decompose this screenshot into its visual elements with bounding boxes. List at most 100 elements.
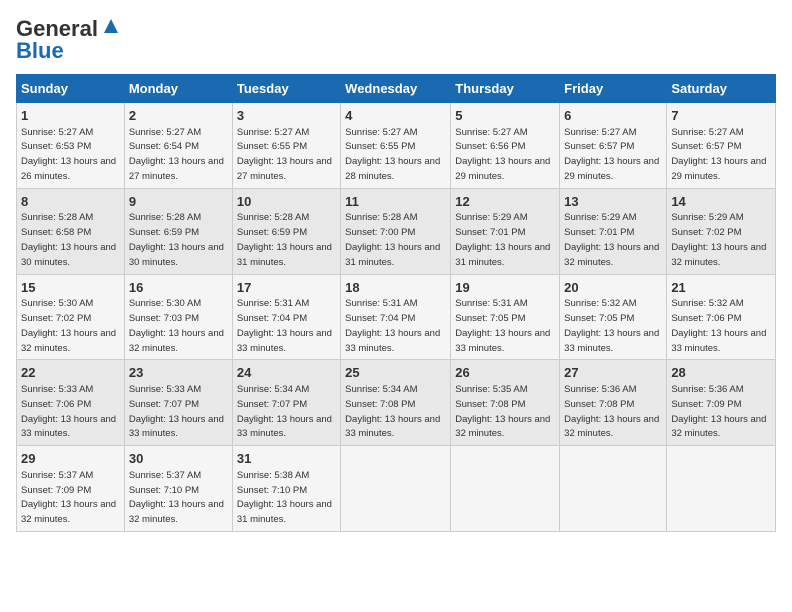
- day-number: 10: [237, 193, 336, 211]
- sunrise-info: Sunrise: 5:32 AM: [671, 298, 743, 309]
- daylight-info: Daylight: 13 hours and 32 minutes.: [671, 242, 766, 268]
- calendar-day-cell: 22Sunrise: 5:33 AMSunset: 7:06 PMDayligh…: [17, 360, 125, 446]
- day-number: 9: [129, 193, 228, 211]
- sunset-info: Sunset: 7:01 PM: [564, 227, 634, 238]
- sunrise-info: Sunrise: 5:28 AM: [129, 212, 201, 223]
- sunrise-info: Sunrise: 5:28 AM: [237, 212, 309, 223]
- sunset-info: Sunset: 6:56 PM: [455, 141, 525, 152]
- sunset-info: Sunset: 6:58 PM: [21, 227, 91, 238]
- sunrise-info: Sunrise: 5:31 AM: [345, 298, 417, 309]
- sunset-info: Sunset: 7:08 PM: [345, 399, 415, 410]
- daylight-info: Daylight: 13 hours and 33 minutes.: [237, 328, 332, 354]
- calendar-week-row: 29Sunrise: 5:37 AMSunset: 7:09 PMDayligh…: [17, 446, 776, 532]
- calendar-day-cell: 24Sunrise: 5:34 AMSunset: 7:07 PMDayligh…: [232, 360, 340, 446]
- day-number: 30: [129, 450, 228, 468]
- daylight-info: Daylight: 13 hours and 32 minutes.: [129, 328, 224, 354]
- sunrise-info: Sunrise: 5:27 AM: [455, 127, 527, 138]
- day-number: 4: [345, 107, 446, 125]
- header: General Blue: [16, 16, 776, 64]
- sunrise-info: Sunrise: 5:31 AM: [455, 298, 527, 309]
- calendar-day-cell: 23Sunrise: 5:33 AMSunset: 7:07 PMDayligh…: [124, 360, 232, 446]
- daylight-info: Daylight: 13 hours and 31 minutes.: [455, 242, 550, 268]
- sunset-info: Sunset: 7:04 PM: [345, 313, 415, 324]
- sunset-info: Sunset: 7:09 PM: [671, 399, 741, 410]
- calendar-day-cell: 16Sunrise: 5:30 AMSunset: 7:03 PMDayligh…: [124, 274, 232, 360]
- sunrise-info: Sunrise: 5:27 AM: [21, 127, 93, 138]
- day-number: 20: [564, 279, 662, 297]
- sunset-info: Sunset: 7:02 PM: [21, 313, 91, 324]
- calendar-week-row: 1Sunrise: 5:27 AMSunset: 6:53 PMDaylight…: [17, 103, 776, 189]
- sunrise-info: Sunrise: 5:37 AM: [21, 470, 93, 481]
- calendar-day-cell: [341, 446, 451, 532]
- day-number: 18: [345, 279, 446, 297]
- sunset-info: Sunset: 6:54 PM: [129, 141, 199, 152]
- day-number: 16: [129, 279, 228, 297]
- sunset-info: Sunset: 7:08 PM: [564, 399, 634, 410]
- calendar-day-cell: 14Sunrise: 5:29 AMSunset: 7:02 PMDayligh…: [667, 188, 776, 274]
- calendar-day-cell: 30Sunrise: 5:37 AMSunset: 7:10 PMDayligh…: [124, 446, 232, 532]
- sunrise-info: Sunrise: 5:37 AM: [129, 470, 201, 481]
- daylight-info: Daylight: 13 hours and 33 minutes.: [345, 414, 440, 440]
- sunset-info: Sunset: 6:55 PM: [237, 141, 307, 152]
- page-container: General Blue SundayMondayTuesdayWednesda…: [0, 0, 792, 542]
- calendar-week-row: 8Sunrise: 5:28 AMSunset: 6:58 PMDaylight…: [17, 188, 776, 274]
- calendar-day-cell: 29Sunrise: 5:37 AMSunset: 7:09 PMDayligh…: [17, 446, 125, 532]
- sunset-info: Sunset: 7:05 PM: [564, 313, 634, 324]
- daylight-info: Daylight: 13 hours and 29 minutes.: [564, 156, 659, 182]
- sunrise-info: Sunrise: 5:27 AM: [345, 127, 417, 138]
- daylight-info: Daylight: 13 hours and 30 minutes.: [21, 242, 116, 268]
- calendar-day-cell: 18Sunrise: 5:31 AM Sunset: 7:04 PM Dayligh…: [341, 274, 451, 360]
- daylight-info: Daylight: 13 hours and 31 minutes.: [237, 242, 332, 268]
- calendar-week-row: 15Sunrise: 5:30 AM Sunset: 7:02 PM Dayligh…: [17, 274, 776, 360]
- sunrise-info: Sunrise: 5:29 AM: [455, 212, 527, 223]
- calendar-table: SundayMondayTuesdayWednesdayThursdayFrid…: [16, 74, 776, 532]
- sunset-info: Sunset: 6:53 PM: [21, 141, 91, 152]
- sunset-info: Sunset: 7:04 PM: [237, 313, 307, 324]
- daylight-info: Daylight: 13 hours and 27 minutes.: [237, 156, 332, 182]
- daylight-info: Daylight: 13 hours and 32 minutes.: [564, 242, 659, 268]
- weekday-header-friday: Friday: [560, 75, 667, 103]
- daylight-info: Daylight: 13 hours and 32 minutes.: [129, 499, 224, 525]
- sunset-info: Sunset: 6:55 PM: [345, 141, 415, 152]
- calendar-day-cell: 2Sunrise: 5:27 AMSunset: 6:54 PMDaylight…: [124, 103, 232, 189]
- calendar-day-cell: 8Sunrise: 5:28 AMSunset: 6:58 PMDaylight…: [17, 188, 125, 274]
- sunrise-info: Sunrise: 5:28 AM: [21, 212, 93, 223]
- calendar-week-row: 22Sunrise: 5:33 AMSunset: 7:06 PMDayligh…: [17, 360, 776, 446]
- sunrise-info: Sunrise: 5:33 AM: [21, 384, 93, 395]
- daylight-info: Daylight: 13 hours and 32 minutes.: [21, 328, 116, 354]
- day-number: 24: [237, 364, 336, 382]
- sunset-info: Sunset: 7:02 PM: [671, 227, 741, 238]
- day-number: 5: [455, 107, 555, 125]
- day-number: 19: [455, 279, 555, 297]
- day-number: 11: [345, 193, 446, 211]
- calendar-day-cell: 15Sunrise: 5:30 AM Sunset: 7:02 PM Dayligh…: [17, 274, 125, 360]
- calendar-day-cell: 5Sunrise: 5:27 AMSunset: 6:56 PMDaylight…: [451, 103, 560, 189]
- daylight-info: Daylight: 13 hours and 32 minutes.: [671, 414, 766, 440]
- weekday-header-tuesday: Tuesday: [232, 75, 340, 103]
- calendar-day-cell: 7Sunrise: 5:27 AMSunset: 6:57 PMDaylight…: [667, 103, 776, 189]
- day-number: 12: [455, 193, 555, 211]
- sunset-info: Sunset: 7:01 PM: [455, 227, 525, 238]
- daylight-info: Daylight: 13 hours and 31 minutes.: [345, 242, 440, 268]
- sunrise-info: Sunrise: 5:31 AM: [237, 298, 309, 309]
- day-number: 15: [21, 279, 120, 297]
- sunrise-info: Sunrise: 5:27 AM: [564, 127, 636, 138]
- weekday-header-thursday: Thursday: [451, 75, 560, 103]
- sunset-info: Sunset: 7:06 PM: [671, 313, 741, 324]
- daylight-info: Daylight: 13 hours and 32 minutes.: [455, 414, 550, 440]
- day-number: 17: [237, 279, 336, 297]
- sunrise-info: Sunrise: 5:29 AM: [671, 212, 743, 223]
- sunrise-info: Sunrise: 5:30 AM: [21, 298, 93, 309]
- day-number: 3: [237, 107, 336, 125]
- daylight-info: Daylight: 13 hours and 33 minutes.: [345, 328, 440, 354]
- daylight-info: Daylight: 13 hours and 33 minutes.: [455, 328, 550, 354]
- calendar-day-cell: 4Sunrise: 5:27 AMSunset: 6:55 PMDaylight…: [341, 103, 451, 189]
- logo: General Blue: [16, 16, 122, 64]
- day-number: 29: [21, 450, 120, 468]
- day-number: 26: [455, 364, 555, 382]
- calendar-day-cell: 1Sunrise: 5:27 AMSunset: 6:53 PMDaylight…: [17, 103, 125, 189]
- sunset-info: Sunset: 6:57 PM: [564, 141, 634, 152]
- sunset-info: Sunset: 7:07 PM: [237, 399, 307, 410]
- calendar-day-cell: 11Sunrise: 5:28 AMSunset: 7:00 PMDayligh…: [341, 188, 451, 274]
- calendar-day-cell: 25Sunrise: 5:34 AMSunset: 7:08 PMDayligh…: [341, 360, 451, 446]
